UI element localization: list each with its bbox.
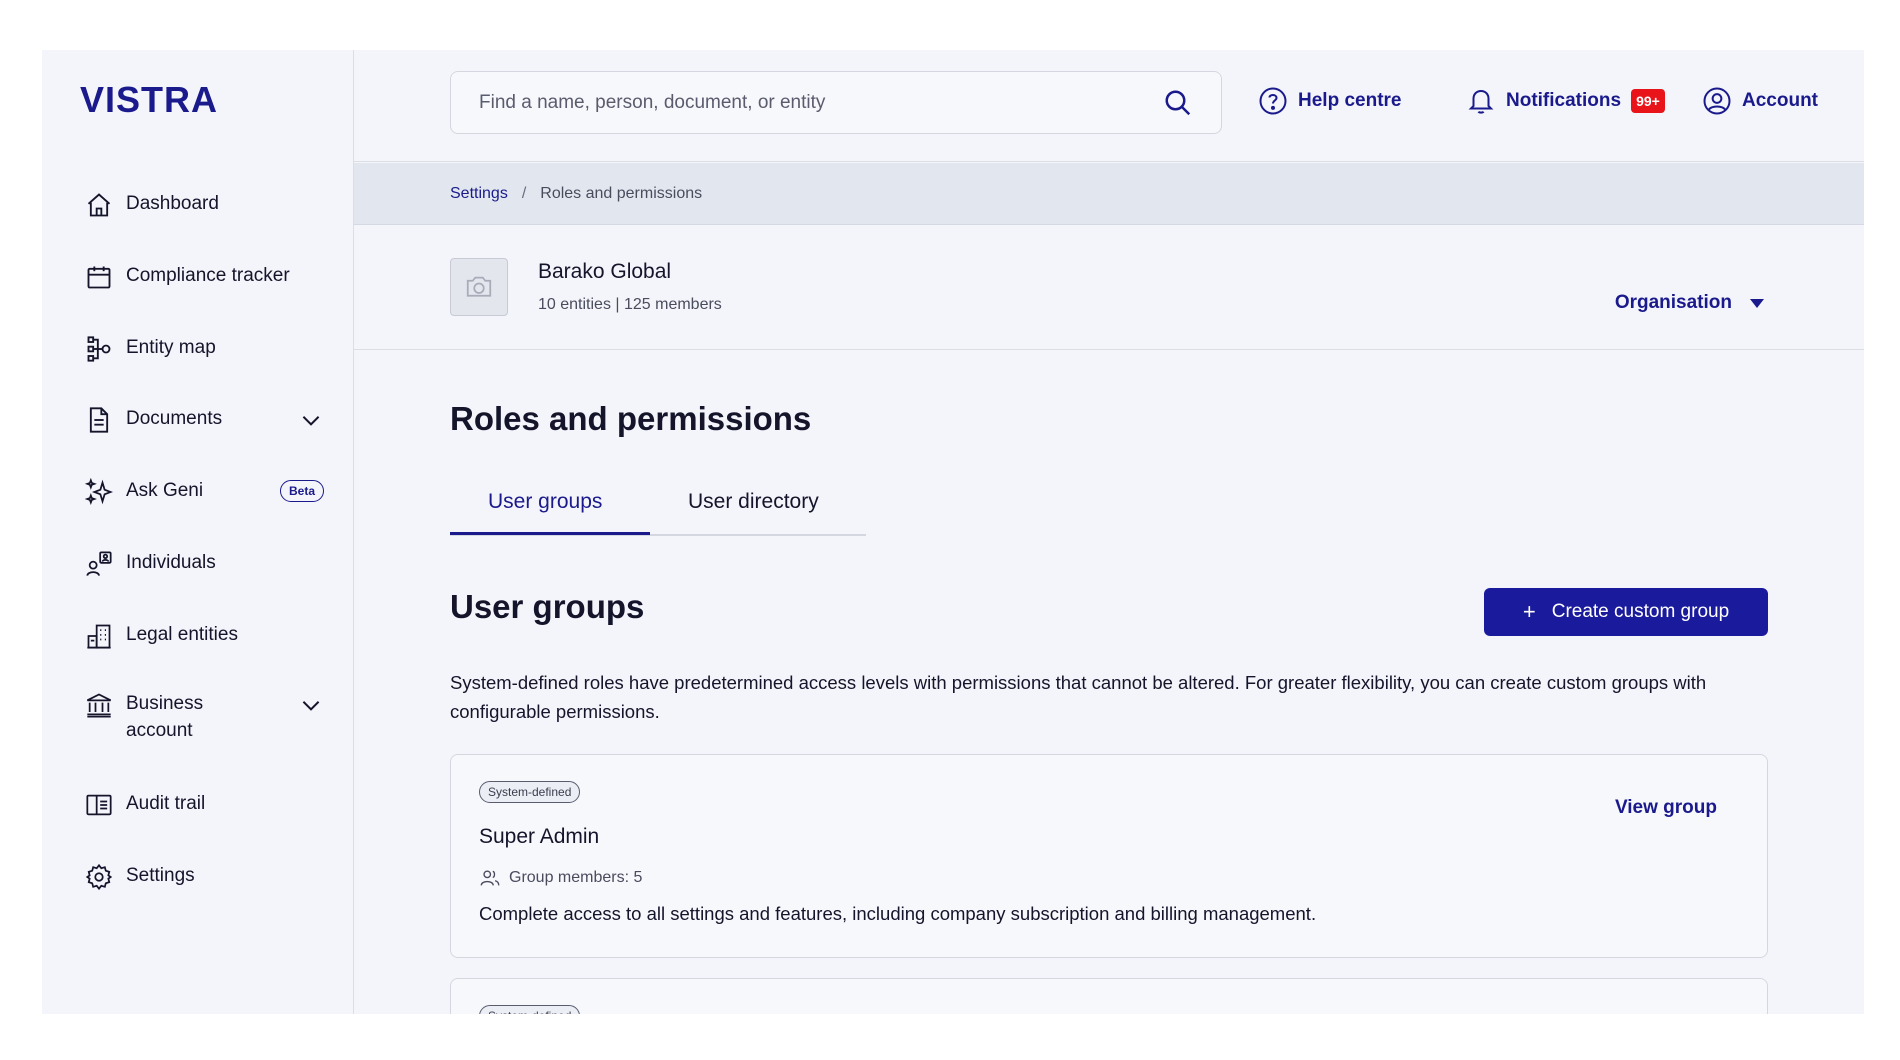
sidebar-item-label: Dashboard <box>126 193 219 214</box>
sidebar: VISTRA Dashboard Compliance tracker Enti… <box>42 50 354 1014</box>
breadcrumb-separator: / <box>521 184 527 202</box>
gear-icon <box>84 862 114 892</box>
plus-icon: + <box>1522 599 1536 624</box>
svg-text:VISTRA: VISTRA <box>80 79 218 118</box>
breadcrumb-settings-link[interactable]: Settings <box>450 185 508 203</box>
sidebar-item-label: Documents <box>126 408 223 429</box>
sidebar-item-label: Entity map <box>126 337 216 358</box>
home-icon <box>84 190 114 220</box>
notifications-count-badge: 99+ <box>1631 89 1665 113</box>
sidebar-item-label: Business account <box>126 693 204 741</box>
help-centre-label: Help centre <box>1298 90 1402 111</box>
organisation-selector-label: Organisation <box>1614 292 1732 313</box>
group-card: System-defined Super Admin Group members… <box>450 754 1768 958</box>
bank-icon <box>84 690 114 720</box>
tab-user-groups[interactable]: User groups <box>488 490 602 514</box>
sidebar-item-label: Audit trail <box>126 793 206 814</box>
sidebar-item-audit-trail[interactable]: Audit trail <box>84 790 324 820</box>
sidebar-item-settings[interactable]: Settings <box>84 862 324 892</box>
account-link[interactable]: Account <box>1702 86 1818 116</box>
sidebar-item-individuals[interactable]: Individuals <box>84 549 324 579</box>
active-tab-indicator <box>450 532 650 535</box>
search-box[interactable] <box>450 71 1222 134</box>
org-avatar[interactable] <box>450 258 508 316</box>
search-input[interactable] <box>479 91 1139 114</box>
group-name: Super Admin <box>479 825 600 848</box>
group-description: Complete access to all settings and feat… <box>479 903 1317 924</box>
sidebar-item-compliance-tracker[interactable]: Compliance tracker <box>84 262 324 292</box>
org-meta: 10 entities | 125 members <box>538 296 722 313</box>
bell-icon <box>1468 89 1494 114</box>
sidebar-item-legal-entities[interactable]: Legal entities <box>84 621 324 651</box>
create-custom-group-label: Create custom group <box>1551 601 1730 622</box>
account-label: Account <box>1742 90 1818 111</box>
audit-icon <box>84 790 114 820</box>
org-name: Barako Global <box>538 260 672 283</box>
breadcrumb-current: Roles and permissions <box>540 184 703 202</box>
individuals-icon <box>84 549 114 579</box>
tabs: User groups User directory <box>450 480 866 536</box>
help-centre-link[interactable]: Help centre <box>1258 86 1401 116</box>
page-title: Roles and permissions <box>450 400 812 437</box>
beta-badge: Beta <box>279 480 324 502</box>
sidebar-item-label: Settings <box>126 865 195 886</box>
view-group-link[interactable]: View group <box>1615 797 1717 819</box>
top-bar: Help centre Notifications 99+ Account <box>354 50 1864 162</box>
system-defined-tag: System-defined <box>479 781 581 803</box>
system-defined-tag: System-defined <box>479 1005 581 1014</box>
camera-icon <box>466 276 492 297</box>
search-icon[interactable] <box>1163 88 1193 118</box>
notifications-label: Notifications <box>1506 90 1622 111</box>
users-icon <box>480 870 500 886</box>
tab-user-directory[interactable]: User directory <box>688 490 819 514</box>
sidebar-item-business-account[interactable]: Business account <box>84 690 324 750</box>
notifications-link[interactable]: Notifications 99+ <box>1466 86 1665 116</box>
sidebar-item-dashboard[interactable]: Dashboard <box>84 190 324 220</box>
help-icon <box>1259 87 1287 115</box>
building-icon <box>84 621 114 651</box>
user-circle-icon <box>1703 87 1731 115</box>
caret-down-icon <box>1750 298 1764 308</box>
sparkle-icon <box>84 477 114 507</box>
sidebar-item-label: Individuals <box>126 552 216 573</box>
sidebar-item-documents[interactable]: Documents <box>84 405 324 435</box>
vistra-logo[interactable]: VISTRA <box>80 78 240 118</box>
organisation-selector[interactable]: Organisation <box>1615 292 1764 314</box>
document-icon <box>84 405 114 435</box>
entity-map-icon <box>84 334 114 364</box>
sidebar-item-label: Ask Geni <box>126 480 204 501</box>
breadcrumb: Settings / Roles and permissions <box>354 163 1864 225</box>
group-members: Group members: 5 <box>479 867 642 889</box>
organisation-header: Barako Global 10 entities | 125 members … <box>354 226 1864 350</box>
sidebar-item-entity-map[interactable]: Entity map <box>84 334 324 364</box>
sidebar-item-ask-geni[interactable]: Ask Geni Beta <box>84 477 324 507</box>
section-title: User groups <box>450 588 645 625</box>
chevron-down-icon[interactable] <box>298 407 324 433</box>
section-description: System-defined roles have predetermined … <box>450 672 1707 722</box>
calendar-icon <box>84 262 114 292</box>
group-card: System-defined <box>450 978 1768 1014</box>
group-members-count: Group members: 5 <box>509 869 643 886</box>
sidebar-item-label: Compliance tracker <box>126 265 290 286</box>
sidebar-item-label: Legal entities <box>126 624 238 645</box>
app-window: VISTRA Dashboard Compliance tracker Enti… <box>42 50 1864 1014</box>
create-custom-group-button[interactable]: + Create custom group <box>1484 588 1768 636</box>
chevron-down-icon[interactable] <box>298 692 324 718</box>
